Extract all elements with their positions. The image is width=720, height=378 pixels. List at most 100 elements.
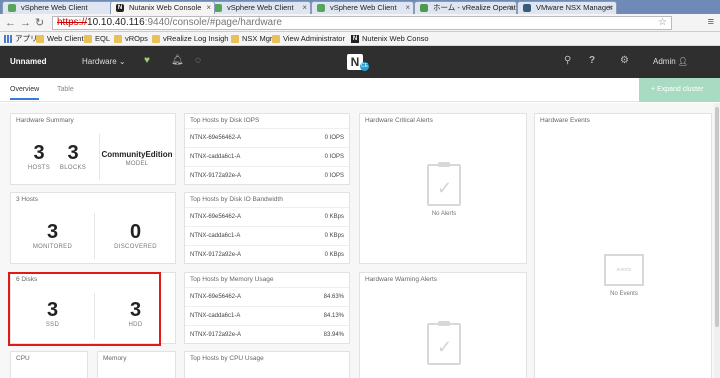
panel-title: Memory: [103, 355, 127, 362]
forward-icon[interactable]: →: [20, 17, 31, 29]
critical-alerts-panel[interactable]: Hardware Critical Alerts ✓ No Alerts: [359, 113, 527, 264]
bookmark-folder[interactable]: EQL: [84, 34, 110, 44]
bookmark-folder[interactable]: View Administrator: [272, 34, 345, 44]
table-row[interactable]: NTNX-9172a92e-A 0 KBps: [185, 245, 349, 264]
top-memory-panel[interactable]: Top Hosts by Memory Usage NTNX-69e56462-…: [184, 272, 350, 344]
gear-icon[interactable]: ⚙: [620, 55, 629, 67]
empty-box-icon: events: [604, 254, 644, 286]
url-input[interactable]: https://10.10.40.116:9440/console/#page/…: [52, 16, 672, 30]
top-iops-panel[interactable]: Top Hosts by Disk IOPS NTNX-69e56462-A 0 …: [184, 113, 350, 185]
bookmark-link[interactable]: N Nutenix Web Conso: [351, 34, 429, 44]
hardware-summary-panel[interactable]: Hardware Summary 3 HOSTS 3 BLOCKS Commun…: [10, 113, 176, 185]
host-value: 83.94%: [323, 332, 344, 338]
browser-tab[interactable]: ホーム - vRealize Operat ×: [414, 1, 517, 14]
blocks-label: BLOCKS: [59, 165, 87, 171]
browser-tab[interactable]: VMware NSX Manager ×: [517, 1, 617, 14]
browser-tab[interactable]: vSphere Web Client ×: [2, 1, 120, 14]
discovered-count: 0: [129, 221, 142, 243]
bookmark-folder[interactable]: vROps: [114, 34, 148, 44]
chevron-down-icon: ⌄: [118, 57, 126, 66]
table-row[interactable]: NTNX-9172a92e-A 83.94%: [185, 325, 349, 344]
folder-icon: [231, 35, 239, 43]
browser-tab-active[interactable]: N Nutanix Web Console ×: [110, 1, 215, 14]
reload-icon[interactable]: ↻: [35, 17, 44, 29]
url-host: 10.10.40.116: [87, 17, 145, 28]
table-row[interactable]: NTNX-69e56462-A 0 KBps: [185, 207, 349, 226]
host-value: 0 KBps: [324, 214, 344, 220]
close-icon[interactable]: ×: [206, 2, 211, 14]
help-icon[interactable]: ?: [589, 55, 595, 67]
host-name: NTNX-9172a92e-A: [190, 173, 242, 179]
discovered-label: DISCOVERED: [114, 244, 157, 250]
warning-alerts-panel[interactable]: Hardware Warning Alerts ✓: [359, 272, 527, 378]
app-header: Unnamed Hardware ⌄ ♥ 🔔︎ ◌ N CE ⚲ ? ⚙ Adm…: [0, 46, 720, 78]
close-icon[interactable]: ×: [608, 2, 613, 14]
tasks-circle-icon[interactable]: ◌: [195, 55, 201, 67]
discovered-stat: 0 DISCOVERED: [94, 221, 177, 250]
top-bandwidth-panel[interactable]: Top Hosts by Disk IO Bandwidth NTNX-69e5…: [184, 192, 350, 264]
close-icon[interactable]: ×: [405, 2, 410, 14]
model-stat: CommunityEdition MODEL: [99, 150, 175, 167]
close-icon[interactable]: ×: [302, 2, 307, 14]
hosts-panel[interactable]: 3 Hosts 3 MONITORED 0 DISCOVERED: [10, 192, 176, 264]
close-icon[interactable]: ×: [508, 2, 513, 14]
user-icon: 👤︎: [677, 57, 689, 66]
bookmark-label: EQL: [95, 34, 111, 43]
no-alerts-label: No Alerts: [431, 211, 457, 217]
host-value: 0 KBps: [324, 252, 344, 258]
browser-tab[interactable]: vSphere Web Client ×: [311, 1, 414, 14]
bookmark-folder[interactable]: vRealize Log Insigh: [152, 34, 228, 44]
host-name: NTNX-cadda6c1-A: [190, 154, 241, 160]
back-icon[interactable]: ←: [5, 17, 16, 29]
tab-label: Nutanix Web Console: [129, 3, 202, 12]
ce-badge: CE: [360, 62, 369, 71]
table-row[interactable]: NTNX-cadda6c1-A 0 IOPS: [185, 147, 349, 166]
table-row[interactable]: NTNX-69e56462-A 84.63%: [185, 287, 349, 306]
table-row[interactable]: NTNX-69e56462-A 0 IOPS: [185, 128, 349, 147]
panel-title: Top Hosts by Disk IOPS: [190, 117, 260, 124]
apps-grid-icon: [4, 35, 12, 43]
tab-overview[interactable]: Overview: [10, 86, 40, 100]
hardware-events-panel[interactable]: Hardware Events events No Events: [534, 113, 712, 378]
host-value: 84.63%: [323, 294, 344, 300]
sub-navigation: Overview Table + Expand cluster: [0, 78, 720, 102]
vsphere-icon: [8, 4, 16, 12]
expand-cluster-button[interactable]: + Expand cluster: [639, 78, 720, 102]
folder-icon: [84, 35, 92, 43]
alerts-bell-icon[interactable]: 🔔︎: [171, 55, 184, 67]
cluster-name[interactable]: Unnamed: [10, 57, 46, 66]
bookmark-apps[interactable]: アプリ: [4, 34, 38, 44]
bookmark-label: NSX Mgr: [242, 34, 273, 43]
memory-panel[interactable]: Memory: [97, 351, 176, 378]
search-icon[interactable]: ⚲: [564, 55, 571, 67]
nutanix-icon: N: [116, 4, 124, 12]
table-row[interactable]: NTNX-9172a92e-A 0 IOPS: [185, 166, 349, 185]
monitored-label: MONITORED: [32, 244, 73, 250]
blocks-stat: 3 BLOCKS: [53, 142, 93, 171]
clipboard-check-icon: ✓: [427, 321, 461, 365]
bookmark-star-icon[interactable]: ☆: [658, 17, 667, 29]
folder-icon: [114, 35, 122, 43]
browser-menu-icon[interactable]: ≡: [708, 16, 714, 28]
vertical-scrollbar[interactable]: [714, 103, 720, 378]
panel-title: Hardware Summary: [16, 117, 74, 124]
vmware-icon: [523, 4, 531, 12]
top-cpu-panel[interactable]: Top Hosts by CPU Usage: [184, 351, 350, 378]
table-row[interactable]: NTNX-cadda6c1-A 84.13%: [185, 306, 349, 325]
tab-label: vSphere Web Client: [227, 3, 294, 12]
bookmark-folder[interactable]: NSX Mgr: [231, 34, 272, 44]
host-name: NTNX-69e56462-A: [190, 135, 242, 141]
vsphere-icon: [214, 4, 222, 12]
health-heart-icon[interactable]: ♥: [144, 55, 150, 67]
browser-tab[interactable]: vSphere Web Client ×: [208, 1, 311, 14]
host-name: NTNX-9172a92e-A: [190, 332, 242, 338]
tab-table[interactable]: Table: [57, 86, 74, 93]
user-menu[interactable]: Admin 👤︎: [653, 57, 688, 66]
cpu-panel[interactable]: CPU: [10, 351, 88, 378]
bookmark-folder[interactable]: Web Client: [36, 34, 84, 44]
user-name: Admin: [653, 57, 676, 66]
hardware-menu[interactable]: Hardware ⌄: [82, 57, 126, 66]
scrollbar-thumb[interactable]: [715, 107, 719, 327]
no-events-placeholder: events No Events: [535, 254, 713, 297]
table-row[interactable]: NTNX-cadda6c1-A 0 KBps: [185, 226, 349, 245]
